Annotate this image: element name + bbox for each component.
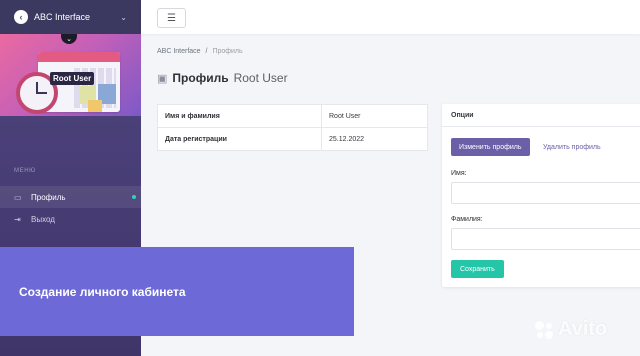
delete-profile-link[interactable]: Удалить профиль — [543, 144, 601, 151]
save-button[interactable]: Сохранить — [451, 260, 504, 278]
table-cell-label: Имя и фамилия — [157, 104, 322, 128]
sticky-note-illustration — [88, 100, 102, 112]
menu-toggle-button[interactable]: ☰ — [157, 8, 186, 28]
avito-logo-icon — [533, 319, 555, 341]
table-cell-value: 25.12.2022 — [321, 127, 428, 151]
first-name-label: Имя: — [451, 170, 467, 177]
breadcrumb-separator: / — [205, 48, 208, 55]
sidebar-item-label: Профиль — [31, 192, 66, 202]
id-card-icon: ▭ — [14, 192, 22, 202]
last-name-input[interactable] — [451, 228, 640, 250]
active-indicator — [132, 195, 136, 199]
breadcrumb-root[interactable]: ABC Interface — [157, 48, 201, 55]
options-card-header: Опции — [442, 104, 640, 127]
table-row: Дата регистрации 25.12.2022 — [157, 127, 428, 151]
hamburger-icon: ☰ — [167, 12, 176, 24]
edit-profile-button[interactable]: Изменить профиль — [451, 138, 530, 156]
page-title-user: Root User — [233, 71, 288, 85]
page-title: ▣ Профиль Root User — [157, 71, 288, 85]
topbar: ☰ — [141, 0, 640, 34]
sidebar-item-logout[interactable]: ⇥ Выход — [0, 208, 141, 230]
table-cell-label: Дата регистрации — [157, 127, 322, 151]
menu-title: МЕНЮ — [14, 168, 36, 174]
profile-info-table: Имя и фамилия Root User Дата регистрации… — [157, 104, 428, 151]
chevron-down-icon[interactable]: ⌄ — [61, 34, 77, 44]
first-name-input[interactable] — [451, 182, 640, 204]
logo-icon: ‹ — [14, 10, 28, 24]
options-card: Опции Изменить профиль Удалить профиль И… — [442, 104, 640, 287]
page-title-main: Профиль — [172, 71, 229, 85]
sidebar-item-profile[interactable]: ▭ Профиль — [0, 186, 141, 208]
table-cell-value: Root User — [321, 104, 428, 128]
chevron-down-icon[interactable]: ⌄ — [120, 13, 127, 22]
app-title: ABC Interface — [34, 12, 91, 22]
user-name-badge: Root User — [50, 72, 95, 85]
last-name-label: Фамилия: — [451, 216, 483, 223]
caption-overlay: Создание личного кабинета — [0, 247, 354, 336]
caption-text: Создание личного кабинета — [19, 284, 186, 299]
profile-banner: ⌄ Root User — [0, 34, 141, 116]
sign-out-icon: ⇥ — [14, 214, 21, 224]
breadcrumb: ABC Interface / Профиль — [157, 48, 243, 55]
table-row: Имя и фамилия Root User — [157, 104, 428, 128]
sidebar-item-label: Выход — [31, 214, 55, 224]
watermark-text: Avito — [558, 318, 608, 340]
brand-bar[interactable]: ‹ ABC Interface ⌄ — [0, 0, 141, 34]
avito-watermark: Avito — [533, 318, 607, 341]
id-card-icon: ▣ — [157, 72, 168, 85]
breadcrumb-current: Профиль — [212, 48, 243, 55]
